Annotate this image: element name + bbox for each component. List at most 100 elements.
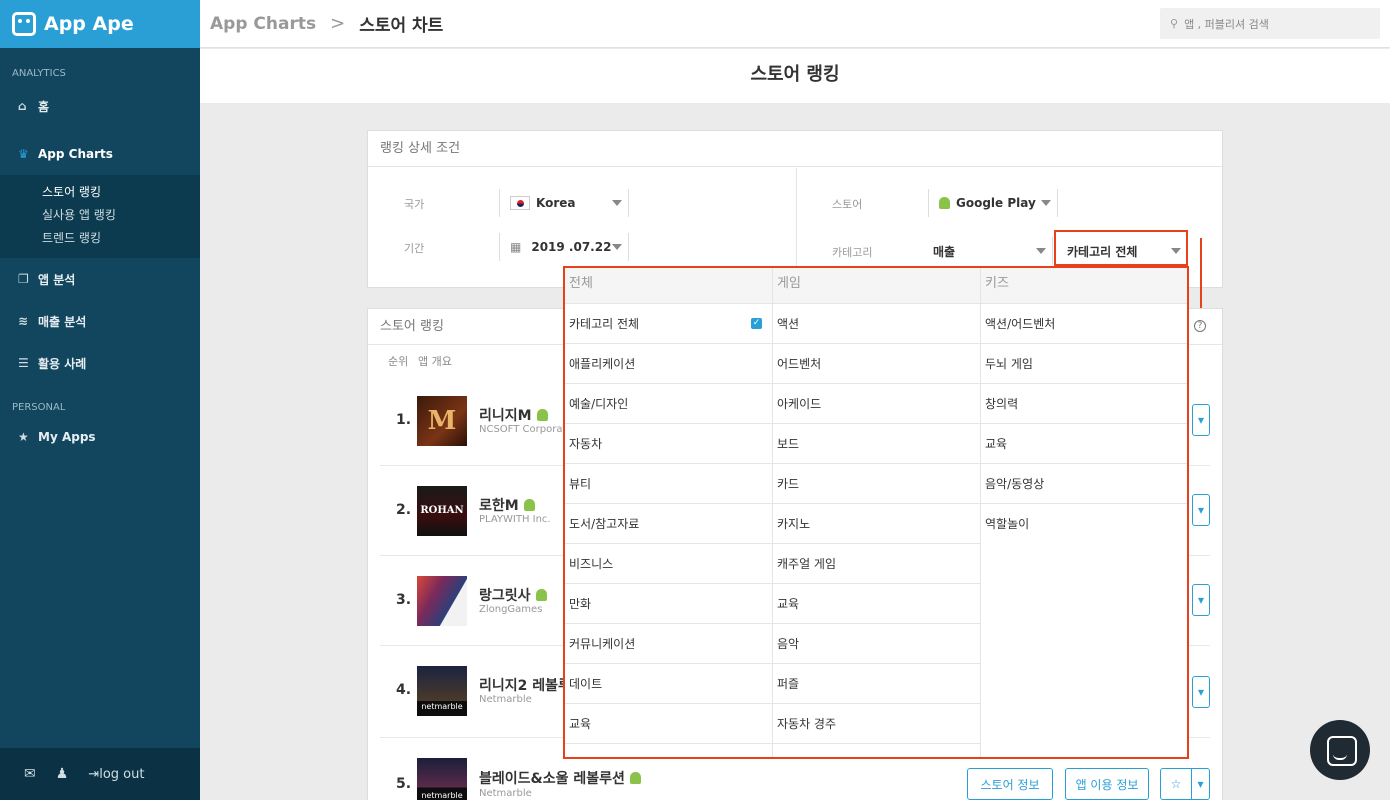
dropdown-column-header: 키즈 <box>981 268 1187 304</box>
sidebar-item-my-apps[interactable]: ★ My Apps <box>0 425 200 449</box>
dropdown-column-all: 전체 카테고리 전체 ✓ 애플리케이션 예술/디자인 자동차 뷰티 도서/참고자료… <box>565 268 773 757</box>
sidebar-item-label: 매출 분석 <box>38 314 87 329</box>
country-label: 국가 <box>404 198 425 211</box>
dropdown-item[interactable]: 카지노 <box>773 504 980 544</box>
dropdown-item[interactable]: 롤플레잉 <box>773 744 980 757</box>
more-dropdown-button[interactable]: ▾ <box>1191 768 1210 800</box>
dropdown-column-header: 게임 <box>773 268 980 304</box>
country-value: Korea <box>536 196 576 210</box>
col-rank: 순위 <box>388 355 409 368</box>
app-icon[interactable]: netmarble <box>417 666 467 716</box>
dropdown-item[interactable]: 음악 <box>773 624 980 664</box>
page-title: 스토어 랭킹 <box>200 49 1390 103</box>
app-icon[interactable] <box>417 576 467 626</box>
caret-down-icon: ▾ <box>1197 503 1205 517</box>
dropdown-item[interactable]: 커뮤니케이션 <box>565 624 772 664</box>
store-label: 스토어 <box>832 198 863 211</box>
dropdown-item[interactable]: 엔터테인먼트 <box>565 744 772 757</box>
dropdown-item[interactable]: 도서/참고자료 <box>565 504 772 544</box>
sidebar-item-app-charts[interactable]: ♛ App Charts <box>0 133 200 175</box>
dropdown-item[interactable]: 아케이드 <box>773 384 980 424</box>
country-select[interactable]: Korea <box>499 189 629 217</box>
sidebar-subnav: 스토어 랭킹 실사용 앱 랭킹 트렌드 랭킹 <box>0 175 200 258</box>
usage-info-button[interactable]: 앱 이용 정보 <box>1065 768 1149 800</box>
more-dropdown-button[interactable]: ▾ <box>1192 584 1210 616</box>
rank: 3. <box>396 592 412 608</box>
col-overview: 앱 개요 <box>418 355 452 368</box>
search-input[interactable]: ⚲ 앱 , 퍼블리셔 검색 <box>1160 8 1380 39</box>
app-icon[interactable]: ROHAN <box>417 486 467 536</box>
dropdown-item[interactable]: 교육 <box>565 704 772 744</box>
dropdown-item[interactable]: 어드벤처 <box>773 344 980 384</box>
rank: 1. <box>396 412 412 428</box>
dropdown-item[interactable]: 애플리케이션 <box>565 344 772 384</box>
dropdown-item[interactable]: 카테고리 전체 ✓ <box>565 304 772 344</box>
chevron-down-icon <box>612 244 622 250</box>
app-name[interactable]: 랑그릿사 <box>479 585 553 605</box>
favorite-button[interactable]: ☆ <box>1160 768 1192 800</box>
dropdown-item[interactable]: 보드 <box>773 424 980 464</box>
dropdown-item[interactable]: 액션 <box>773 304 980 344</box>
dropdown-item[interactable]: 자동차 <box>565 424 772 464</box>
app-icon[interactable]: M <box>417 396 467 446</box>
dropdown-item[interactable]: 액션/어드벤처 <box>981 304 1187 344</box>
more-dropdown-button[interactable]: ▾ <box>1192 404 1210 436</box>
sidebar-item-label: 활용 사례 <box>38 356 87 371</box>
app-name-text: 블레이드&소울 레볼루션 <box>479 771 625 787</box>
dropdown-item-label: 카테고리 전체 <box>569 317 640 331</box>
help-icon[interactable]: ? <box>1194 320 1206 332</box>
app-icon[interactable]: netmarble <box>417 758 467 800</box>
dropdown-item[interactable]: 만화 <box>565 584 772 624</box>
app-developer: PLAYWITH Inc. <box>479 514 551 525</box>
section-label-analytics: ANALYTICS <box>12 68 66 79</box>
dropdown-item[interactable]: 자동차 경주 <box>773 704 980 744</box>
more-dropdown-button[interactable]: ▾ <box>1192 676 1210 708</box>
sidebar-subitem-trend-ranking[interactable]: 트렌드 랭킹 <box>42 227 200 250</box>
dropdown-item[interactable]: 카드 <box>773 464 980 504</box>
rank: 4. <box>396 682 412 698</box>
period-select[interactable]: ▦ 2019 .07.22 <box>499 233 629 261</box>
sidebar-footer: ✉ ♟ ⇥log out <box>0 748 200 800</box>
category-type-select[interactable]: 매출 <box>923 237 1053 265</box>
trophy-icon: ♛ <box>18 147 29 161</box>
dropdown-item[interactable]: 창의력 <box>981 384 1187 424</box>
store-info-button[interactable]: 스토어 정보 <box>967 768 1053 800</box>
sidebar-item-app-analysis[interactable]: ❐ 앱 분석 <box>0 258 200 300</box>
dropdown-item[interactable]: 데이트 <box>565 664 772 704</box>
sidebar-item-use-cases[interactable]: ☰ 활용 사례 <box>0 342 200 384</box>
dropdown-item[interactable]: 음악/동영상 <box>981 464 1187 504</box>
calendar-icon: ▦ <box>510 240 522 254</box>
dropdown-item[interactable]: 예술/디자인 <box>565 384 772 424</box>
app-icon-text: M <box>427 406 457 436</box>
app-name[interactable]: 로한M <box>479 495 541 515</box>
dropdown-item[interactable]: 역할놀이 <box>981 504 1187 544</box>
dropdown-item[interactable]: 캐주얼 게임 <box>773 544 980 584</box>
app-name[interactable]: 블레이드&소울 레볼루션 <box>479 768 647 788</box>
android-icon <box>629 772 641 784</box>
app-icon-text: netmarble <box>421 702 463 711</box>
chat-launcher-icon[interactable] <box>1310 720 1370 780</box>
store-select[interactable]: Google Play <box>928 189 1058 217</box>
sidebar-item-sales-analysis[interactable]: ≋ 매출 분석 <box>0 300 200 342</box>
mail-icon[interactable]: ✉ <box>24 766 36 782</box>
dropdown-item[interactable]: 뷰티 <box>565 464 772 504</box>
dropdown-item[interactable]: 비즈니스 <box>565 544 772 584</box>
dropdown-item[interactable]: 퍼즐 <box>773 664 980 704</box>
sidebar-subitem-usage-ranking[interactable]: 실사용 앱 랭킹 <box>42 204 200 227</box>
breadcrumb-root[interactable]: App Charts <box>210 14 316 34</box>
more-dropdown-button[interactable]: ▾ <box>1192 494 1210 526</box>
logo[interactable]: App Ape <box>0 0 200 48</box>
annotation-arrow <box>1200 238 1202 318</box>
dropdown-item[interactable]: 교육 <box>773 584 980 624</box>
chevron-down-icon <box>1041 200 1051 206</box>
dropdown-item[interactable]: 두뇌 게임 <box>981 344 1187 384</box>
dropdown-item[interactable]: 교육 <box>981 424 1187 464</box>
app-name[interactable]: 리니지M <box>479 405 554 425</box>
caret-down-icon: ▾ <box>1197 593 1205 607</box>
sidebar-item-label: My Apps <box>38 430 96 444</box>
sidebar-item-home[interactable]: ⌂ 홈 <box>0 91 200 121</box>
user-icon[interactable]: ♟ <box>56 766 69 782</box>
logout-link[interactable]: ⇥log out <box>88 767 144 782</box>
app-name-text: 로한M <box>479 498 519 514</box>
sidebar-subitem-store-ranking[interactable]: 스토어 랭킹 <box>42 181 200 204</box>
